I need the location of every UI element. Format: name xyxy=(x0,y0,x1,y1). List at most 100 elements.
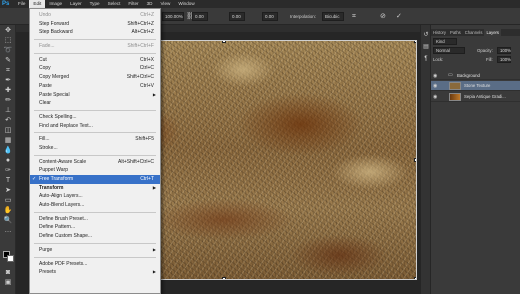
visibility-eye-icon[interactable]: ◉ xyxy=(433,73,437,79)
menu-item-purge[interactable]: Purge ▶ xyxy=(30,246,160,255)
menu-item-undo[interactable]: Undo Ctrl+Z xyxy=(30,11,160,20)
tab-history[interactable]: History xyxy=(431,29,448,36)
pen-tool-icon[interactable]: ✑ xyxy=(3,167,13,175)
menu-item-adobe-pdf-presets[interactable]: Adobe PDF Presets... xyxy=(30,260,160,269)
group-name: Background xyxy=(457,73,480,78)
menu-view[interactable]: View xyxy=(156,0,174,8)
visibility-eye-icon[interactable]: ◉ xyxy=(433,83,437,89)
dodge-tool-icon[interactable]: ● xyxy=(3,157,13,165)
menu-separator xyxy=(34,256,156,258)
history-brush-tool-icon[interactable]: ↶ xyxy=(3,117,13,125)
shape-tool-icon[interactable]: ▭ xyxy=(3,197,13,205)
background-color-swatch[interactable] xyxy=(7,255,14,262)
more-tools-icon[interactable]: … xyxy=(3,227,13,235)
blur-tool-icon[interactable]: 💧 xyxy=(3,147,13,155)
blend-mode-select[interactable]: Normal xyxy=(433,47,465,54)
brush-tool-icon[interactable]: ✏ xyxy=(3,97,13,105)
menu-item-stroke[interactable]: Stroke... xyxy=(30,144,160,153)
v-skew-field[interactable]: 0.00 xyxy=(262,12,278,21)
zoom-tool-icon[interactable]: 🔍 xyxy=(3,217,13,225)
menu-separator xyxy=(34,39,156,41)
eyedropper-tool-icon[interactable]: ✒ xyxy=(3,77,13,85)
menu-item-puppet-warp[interactable]: Puppet Warp xyxy=(30,166,160,175)
menu-item-copy[interactable]: Copy Ctrl+C xyxy=(30,64,160,73)
layer-row-stone-texture[interactable]: ◉ Stone Texture xyxy=(431,81,520,91)
menu-item-define-custom-shape[interactable]: Define Custom Shape... xyxy=(30,232,160,241)
layer-group-row[interactable]: ◉ ▭ Background xyxy=(431,71,520,80)
transform-handle-tc[interactable] xyxy=(222,41,226,43)
menu-image[interactable]: Image xyxy=(45,0,66,8)
menu-file[interactable]: File xyxy=(14,0,29,8)
commit-transform-icon[interactable]: ✓ xyxy=(396,12,402,21)
layer-name: Stone Texture xyxy=(464,83,491,88)
menu-item-clear[interactable]: Clear xyxy=(30,99,160,108)
transform-handle-br[interactable] xyxy=(414,277,416,279)
quick-mask-icon[interactable]: ◙ xyxy=(3,269,13,277)
interpolation-select[interactable]: Bicubic xyxy=(322,12,344,21)
tab-channels[interactable]: Channels xyxy=(463,29,485,36)
menu-item-paste[interactable]: Paste Ctrl+V xyxy=(30,82,160,91)
clone-stamp-tool-icon[interactable]: ⊥ xyxy=(3,107,13,115)
cancel-transform-icon[interactable]: ⊘ xyxy=(380,12,386,21)
menu-3d[interactable]: 3D xyxy=(143,0,157,8)
tab-paths[interactable]: Paths xyxy=(448,29,463,36)
menu-item-define-pattern[interactable]: Define Pattern... xyxy=(30,223,160,232)
fill-field[interactable]: 100% xyxy=(497,56,511,63)
quick-select-tool-icon[interactable]: ✎ xyxy=(3,57,13,65)
layer-row-sepia-gradient[interactable]: ◉ Sepia Antique Gradi... xyxy=(431,92,520,102)
move-tool-icon[interactable]: ✥ xyxy=(3,27,13,35)
properties-icon[interactable]: ▤ xyxy=(422,43,430,51)
menu-type[interactable]: Type xyxy=(86,0,104,8)
menu-layer[interactable]: Layer xyxy=(66,0,86,8)
lasso-tool-icon[interactable]: ➰ xyxy=(3,47,13,55)
transform-handle-mr[interactable] xyxy=(414,158,416,162)
menu-item-check-spelling[interactable]: Check Spelling... xyxy=(30,113,160,122)
menu-item-free-transform[interactable]: ✓ Free Transform Ctrl+T xyxy=(30,175,160,184)
marquee-tool-icon[interactable]: ⬚ xyxy=(3,37,13,45)
transform-handle-tr[interactable] xyxy=(414,41,416,43)
menu-item-step-forward[interactable]: Step Forward Shift+Ctrl+Z xyxy=(30,20,160,29)
menu-bar: Ps File Edit Image Layer Type Select Fil… xyxy=(0,0,520,8)
menu-item-presets[interactable]: Presets ▶ xyxy=(30,268,160,277)
interpolation-label: Interpolation: xyxy=(290,14,317,19)
menu-item-content-aware-scale[interactable]: Content-Aware Scale Alt+Shift+Ctrl+C xyxy=(30,158,160,167)
menu-item-find-replace[interactable]: Find and Replace Text... xyxy=(30,122,160,131)
type-tool-icon[interactable]: T xyxy=(3,177,13,185)
hand-tool-icon[interactable]: ✋ xyxy=(3,207,13,215)
healing-tool-icon[interactable]: ✚ xyxy=(3,87,13,95)
menu-item-cut[interactable]: Cut Ctrl+X xyxy=(30,56,160,65)
screen-mode-icon[interactable]: ▣ xyxy=(3,279,13,287)
menu-item-auto-blend-layers[interactable]: Auto-Blend Layers... xyxy=(30,201,160,210)
menu-item-transform[interactable]: Transform ▶ xyxy=(30,184,160,193)
visibility-eye-icon[interactable]: ◉ xyxy=(433,94,437,100)
h-skew-field[interactable]: 0.00 xyxy=(229,12,245,21)
menu-item-fill[interactable]: Fill... Shift+F5 xyxy=(30,135,160,144)
menu-window[interactable]: Window xyxy=(174,0,198,8)
opacity-field[interactable]: 100% xyxy=(497,47,511,54)
warp-icon[interactable]: ⌗ xyxy=(352,12,356,21)
angle-field[interactable]: 0.00 xyxy=(192,12,208,21)
menu-item-copy-merged[interactable]: Copy Merged Shift+Ctrl+C xyxy=(30,73,160,82)
transform-handle-bc[interactable] xyxy=(222,277,226,279)
tab-layers[interactable]: Layers xyxy=(484,29,502,36)
eraser-tool-icon[interactable]: ◫ xyxy=(3,127,13,135)
menu-select[interactable]: Select xyxy=(104,0,125,8)
submenu-arrow-icon: ▶ xyxy=(152,246,156,252)
menu-item-paste-special[interactable]: Paste Special ▶ xyxy=(30,91,160,100)
menu-item-fade[interactable]: Fade... Shift+Ctrl+F xyxy=(30,42,160,51)
crop-tool-icon[interactable]: ⌗ xyxy=(3,67,13,75)
width-percent-field[interactable]: 100.00% xyxy=(162,12,184,21)
menu-edit[interactable]: Edit xyxy=(29,0,46,8)
path-select-tool-icon[interactable]: ➤ xyxy=(3,187,13,195)
layer-name: Sepia Antique Gradi... xyxy=(464,94,506,99)
menu-filter[interactable]: Filter xyxy=(124,0,142,8)
menu-item-step-backward[interactable]: Step Backward Alt+Ctrl+Z xyxy=(30,28,160,37)
layer-filter-select[interactable]: Kind xyxy=(433,38,457,45)
paragraph-icon[interactable]: ¶ xyxy=(422,55,430,63)
menu-item-auto-align-layers[interactable]: Auto-Align Layers... xyxy=(30,192,160,201)
panel-icons-column: ↺ ▤ ¶ xyxy=(420,25,430,294)
layer-thumbnail xyxy=(449,93,461,101)
history-icon[interactable]: ↺ xyxy=(422,31,430,39)
menu-item-define-brush-preset[interactable]: Define Brush Preset... xyxy=(30,215,160,224)
gradient-tool-icon[interactable]: ▦ xyxy=(3,137,13,145)
